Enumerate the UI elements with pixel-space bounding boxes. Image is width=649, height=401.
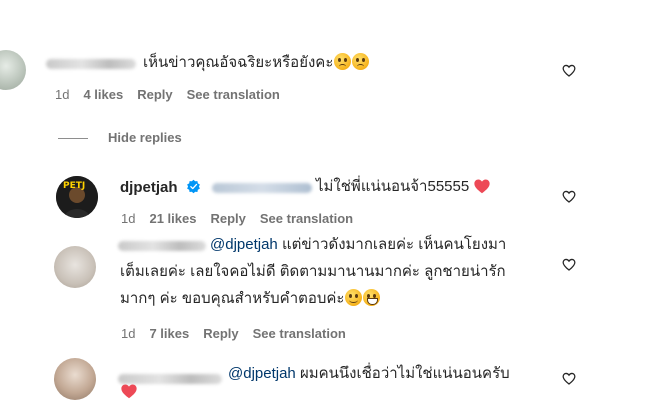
comment-meta: 1d 21 likes Reply See translation — [121, 211, 353, 226]
avatar[interactable] — [54, 358, 96, 400]
verified-badge-icon — [186, 179, 200, 194]
likes-count[interactable]: 21 likes — [149, 211, 196, 226]
likes-count[interactable]: 7 likes — [149, 326, 189, 341]
red-heart-emoji — [121, 384, 137, 399]
blurred-username — [46, 59, 136, 69]
comment-text-line: เต็มเลยค่ะ เลยใจคอไม่ดี ติดตามมานานมากค่… — [120, 259, 506, 285]
see-translation-link[interactable]: See translation — [260, 211, 353, 226]
reply-button[interactable]: Reply — [203, 326, 238, 341]
comment-text-content: ไม่ใช่พี่แน่นอนจ้า55555 — [316, 178, 470, 195]
see-translation-link[interactable]: See translation — [253, 326, 346, 341]
smiling-face-emoji — [345, 289, 363, 306]
comment-text-line: @djpetjah แต่ข่าวดังมากเลยค่ะ เห็นคนโยงม… — [210, 232, 506, 258]
likes-count[interactable]: 4 likes — [83, 87, 123, 102]
comment-text-content: แต่ข่าวดังมากเลยค่ะ เห็นคนโยงมา — [281, 236, 507, 253]
timestamp: 1d — [121, 211, 136, 226]
like-heart-icon[interactable] — [562, 190, 576, 203]
avatar[interactable] — [0, 50, 26, 90]
comment-text: เห็นข่าวคุณอัจฉริยะหรือยังคะ — [143, 50, 370, 76]
reply-button[interactable]: Reply — [137, 87, 172, 102]
reply-button[interactable]: Reply — [210, 211, 245, 226]
comment-meta: 1d 7 likes Reply See translation — [121, 326, 346, 341]
comment-text-content: เต็มเลยค่ะ เลยใจคอไม่ดี ติดตามมานานมากค่… — [120, 263, 506, 280]
timestamp: 1d — [121, 326, 136, 341]
like-heart-icon[interactable] — [562, 372, 576, 385]
comment-meta: 1d 4 likes Reply See translation — [55, 87, 280, 102]
red-heart-emoji — [474, 179, 490, 194]
username-text[interactable]: djpetjah — [120, 179, 178, 196]
blurred-username — [118, 241, 206, 251]
mention-link[interactable]: @djpetjah — [210, 236, 278, 253]
comment-text: @djpetjah ผมคนนึงเชื่อว่าไม่ใช่แน่นอนครั… — [228, 361, 510, 387]
comment-text-content: ผมคนนึงเชื่อว่าไม่ใช่แน่นอนครับ — [299, 365, 510, 382]
blurred-mention — [212, 183, 312, 193]
timestamp: 1d — [55, 87, 70, 102]
mention-link[interactable]: @djpetjah — [228, 365, 296, 382]
comment-username[interactable]: djpetjah — [120, 179, 201, 196]
avatar[interactable] — [54, 246, 96, 288]
hide-replies-line — [58, 138, 88, 139]
like-heart-icon[interactable] — [562, 64, 576, 77]
comment-text-line: มากๆ ค่ะ ขอบคุณสำหรับคำตอบค่ะ — [120, 286, 381, 312]
comment-text-content: เห็นข่าวคุณอัจฉริยะหรือยังคะ — [143, 54, 334, 71]
comment-text: ไม่ใช่พี่แน่นอนจ้า55555 — [316, 174, 491, 200]
avatar[interactable]: PETJ — [56, 176, 98, 218]
grinning-face-emoji — [363, 289, 381, 306]
avatar-image: PETJ — [56, 176, 98, 218]
sad-face-emoji — [352, 53, 370, 70]
sad-face-emoji — [334, 53, 352, 70]
comment-text-content: มากๆ ค่ะ ขอบคุณสำหรับคำตอบค่ะ — [120, 290, 345, 307]
svg-text:PETJ: PETJ — [63, 181, 85, 191]
hide-replies-button[interactable]: Hide replies — [108, 130, 182, 145]
see-translation-link[interactable]: See translation — [187, 87, 280, 102]
like-heart-icon[interactable] — [562, 258, 576, 271]
